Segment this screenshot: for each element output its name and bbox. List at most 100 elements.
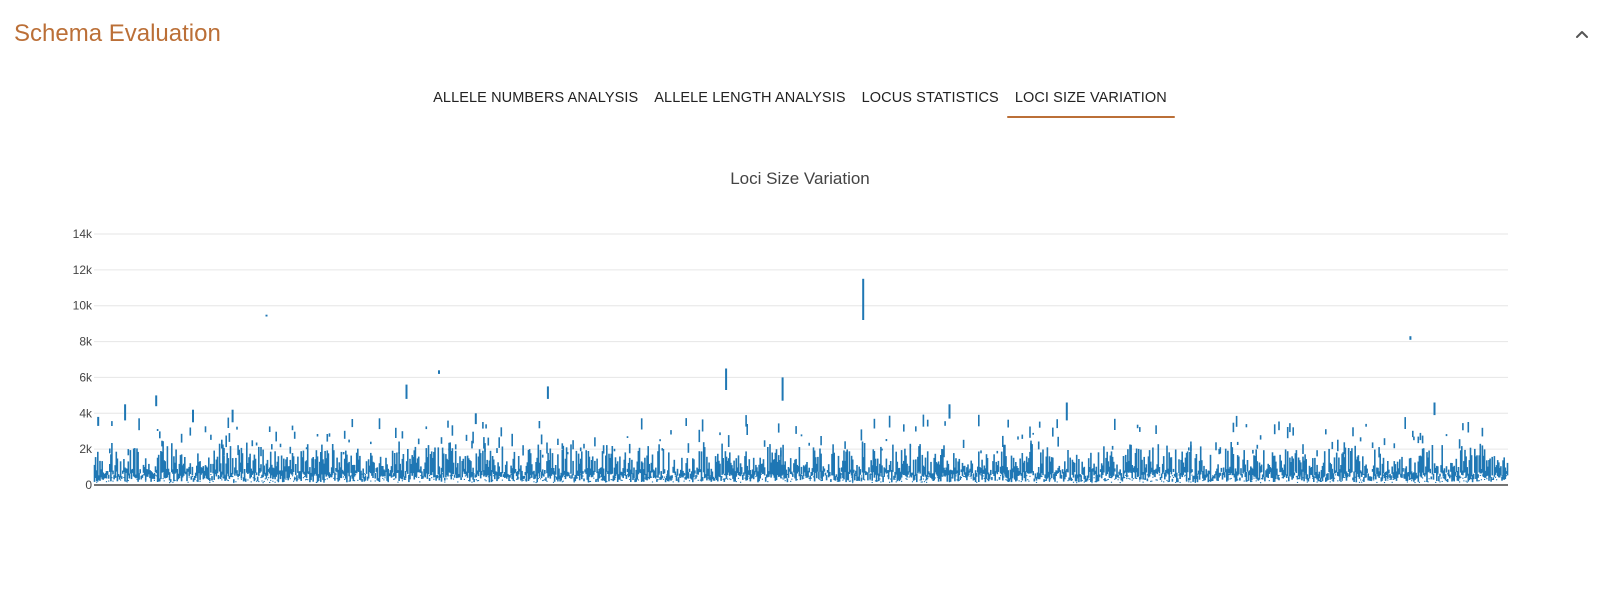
collapse-button[interactable]: [1564, 22, 1600, 50]
locus-box: [1506, 462, 1509, 476]
locus-point: [671, 478, 673, 480]
locus-box: [1019, 458, 1021, 475]
locus-point: [1236, 478, 1238, 480]
y-axis-ticks: 0 2k 4k 6k 8k 10k 12k 14k: [73, 227, 93, 492]
locus-box: [659, 439, 661, 442]
locus-point: [1473, 474, 1475, 476]
locus-point: [1465, 480, 1467, 482]
locus-point: [451, 474, 453, 476]
locus-box: [867, 472, 869, 481]
locus-box: [543, 473, 545, 477]
locus-box: [800, 466, 803, 475]
locus-box: [958, 458, 961, 476]
outlier-locus-box: [438, 370, 440, 374]
locus-box: [295, 464, 297, 476]
locus-point: [1457, 480, 1460, 482]
locus-box: [606, 445, 608, 472]
locus-box: [978, 414, 980, 427]
locus-box: [511, 433, 513, 447]
locus-point: [1071, 479, 1073, 481]
locus-point: [374, 480, 376, 482]
locus-box: [1224, 448, 1227, 473]
tab-loci-size-variation[interactable]: LOCI SIZE VARIATION: [1006, 80, 1175, 118]
locus-box: [402, 454, 405, 477]
locus-point: [457, 481, 459, 483]
locus-point: [1093, 477, 1095, 479]
locus-point: [796, 479, 798, 481]
outlier-locus-box: [405, 384, 408, 399]
outlier-locus-box: [781, 377, 784, 401]
locus-point: [1460, 476, 1462, 478]
locus-box: [107, 474, 110, 479]
locus-point: [920, 481, 922, 483]
locus-box: [1136, 424, 1139, 429]
locus-point: [637, 479, 639, 481]
locus-point: [145, 480, 147, 482]
locus-box: [496, 448, 498, 453]
locus-point: [978, 476, 980, 478]
locus-point: [901, 480, 903, 482]
locus-box: [1238, 456, 1240, 474]
locus-point: [595, 480, 597, 482]
locus-point: [795, 474, 797, 476]
locus-box: [885, 439, 888, 442]
locus-box: [1029, 426, 1031, 438]
locus-box: [1078, 459, 1080, 483]
locus-box: [1191, 469, 1193, 473]
outlier-locus-box: [265, 314, 268, 317]
locus-point: [588, 481, 590, 483]
locus-point: [370, 480, 372, 482]
locus-box: [892, 444, 894, 472]
box-plot[interactable]: Loci Size Variation 0 2k 4k 6k 8k 10k 12k 14k: [0, 150, 1600, 510]
locus-point: [1486, 478, 1488, 480]
locus-point: [966, 477, 968, 479]
locus-point: [467, 475, 469, 477]
locus-box: [640, 418, 643, 430]
locus-box: [1422, 448, 1425, 476]
locus-box: [700, 451, 703, 482]
locus-point: [384, 477, 386, 479]
locus-point: [658, 473, 660, 475]
locus-point: [1172, 476, 1175, 478]
locus-point: [1152, 476, 1154, 478]
locus-point: [1466, 481, 1468, 483]
locus-box: [1458, 439, 1461, 449]
locus-box: [523, 475, 525, 479]
locus-box: [602, 445, 605, 454]
locus-box: [1103, 446, 1105, 473]
locus-box: [694, 470, 696, 474]
locus-point: [1076, 482, 1078, 484]
locus-point: [581, 475, 583, 477]
locus-box: [980, 450, 982, 454]
locus-box: [1421, 435, 1424, 444]
locus-point: [1484, 478, 1486, 480]
locus-point: [494, 477, 496, 479]
locus-point: [1477, 480, 1479, 482]
locus-box: [986, 458, 989, 475]
locus-box: [619, 456, 621, 480]
locus-point: [1230, 477, 1232, 479]
locus-box: [1388, 469, 1390, 474]
locus-point: [1347, 473, 1349, 475]
locus-point: [683, 480, 685, 482]
locus-box: [1492, 477, 1495, 480]
locus-box: [823, 468, 826, 472]
locus-point: [294, 476, 296, 478]
locus-box: [685, 418, 687, 426]
tab-allele-numbers-analysis[interactable]: ALLELE NUMBERS ANALYSIS: [425, 80, 646, 116]
locus-point: [1260, 482, 1262, 484]
locus-point: [1183, 475, 1185, 477]
locus-box: [1445, 466, 1448, 473]
panel-header[interactable]: Schema Evaluation: [0, 0, 1600, 70]
locus-point: [473, 473, 475, 475]
locus-point: [153, 479, 155, 481]
locus-point: [928, 476, 930, 478]
locus-point: [297, 478, 299, 480]
locus-point: [1414, 482, 1416, 484]
locus-point: [1337, 480, 1339, 482]
locus-point: [557, 480, 559, 482]
locus-point: [166, 476, 168, 478]
tab-locus-statistics[interactable]: LOCUS STATISTICS: [854, 80, 1007, 116]
tab-allele-length-analysis[interactable]: ALLELE LENGTH ANALYSIS: [646, 80, 853, 116]
locus-box: [881, 448, 883, 451]
